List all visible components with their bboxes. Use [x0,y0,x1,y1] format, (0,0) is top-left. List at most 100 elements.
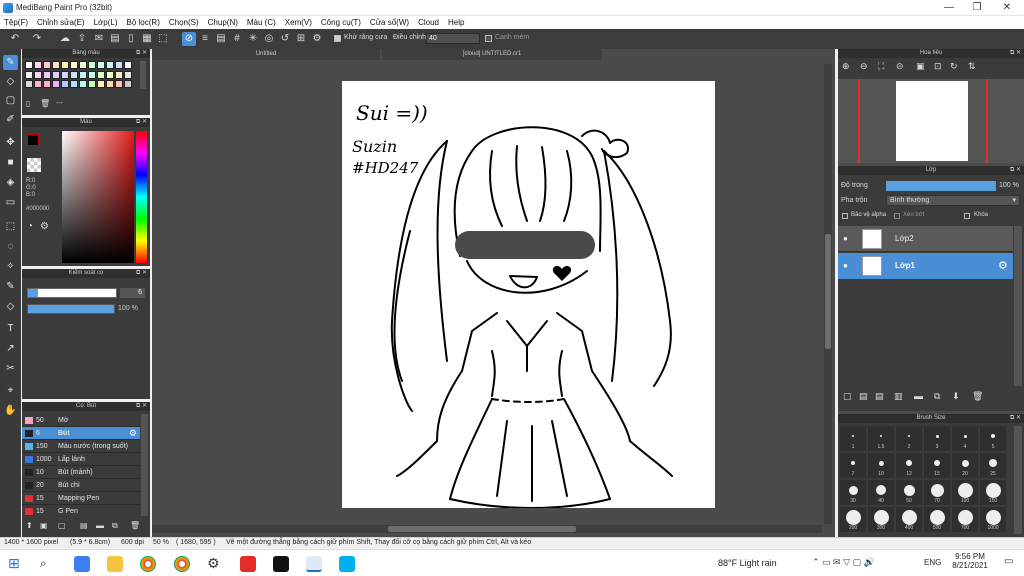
palette-swatch[interactable] [106,61,114,69]
palette-swatch[interactable] [34,61,42,69]
duplicate-brush-icon[interactable]: ⧉ [112,521,118,531]
panel-close-icon[interactable]: ⧉ ✕ [136,49,147,58]
brush-file-icon[interactable]: ▤ [80,521,88,530]
brush-size-cell[interactable]: 1.5 [868,426,894,451]
tab-untitled[interactable]: Untitled [152,49,380,60]
canvas-vertical-scrollbar[interactable] [824,64,832,524]
brush-size-cell[interactable]: 2 [896,426,922,451]
blend-mode-select[interactable]: Bình thường ▾ [886,195,1020,206]
notification-icon[interactable]: ▭ [1004,556,1013,567]
move-tool-icon[interactable]: ✥ [3,135,18,150]
new-palette-icon[interactable]: ▯ [26,99,35,108]
flip-icon[interactable]: ⇅ [968,61,976,72]
windows-start-icon[interactable]: ⊞ [8,556,22,570]
palette-swatch[interactable] [79,61,87,69]
undo-icon[interactable]: ↶ [8,32,22,46]
menu-select[interactable]: Chọn(S) [169,18,199,27]
weather-widget[interactable]: 88°F Light rain [718,558,777,568]
transparent-color-swatch[interactable] [27,158,41,172]
brush-size-cell[interactable]: 70 [924,480,950,505]
palette-swatch[interactable] [124,70,132,79]
antialias-checkbox[interactable] [334,35,341,42]
brush-size-cell[interactable]: 25 [980,453,1006,478]
lock-checkbox[interactable] [964,213,970,219]
hand-tool-icon[interactable]: ✋ [3,403,18,418]
palette-swatch[interactable] [97,80,105,89]
search-icon[interactable]: ⌕ [40,556,47,571]
settings-snap-icon[interactable]: ⚙ [310,32,324,46]
perspective-snap-icon[interactable]: ⊞ [294,32,308,46]
palette-swatch[interactable] [52,61,60,69]
eraser-tool-icon[interactable]: ◇ [3,74,18,89]
drawing-canvas[interactable]: Sui =)) Suzin #HD247 [342,81,715,508]
palette-swatch[interactable] [79,70,87,79]
brush-size-cell[interactable]: 4 [952,426,978,451]
brush-size-cell[interactable]: 7 [840,453,866,478]
palette-swatch[interactable] [70,80,78,89]
cloud-icon[interactable]: ☁ [58,32,72,46]
radial-snap-icon[interactable]: ✳ [246,32,260,46]
brush-size-cell[interactable]: 40 [868,480,894,505]
palette-swatch[interactable] [34,80,42,89]
palette-swatch[interactable] [34,70,42,79]
layer-row-1[interactable]: ● Lớp1 ⚙ [838,253,1013,279]
brush-size-cell[interactable]: 10 [868,453,894,478]
language-indicator[interactable]: ENG [924,558,941,567]
add-brush-icon[interactable]: ⬆ [26,521,33,530]
brush-opacity-slider[interactable] [27,304,115,314]
layer-opacity-slider[interactable] [886,181,996,191]
actual-size-icon[interactable]: ⊝ [896,61,904,72]
panel-close-icon[interactable]: ⧉ ✕ [136,269,147,278]
transform-icon[interactable]: ⬚ [156,32,170,46]
palette-swatch[interactable] [61,80,69,89]
settings-icon[interactable]: ⚙ [207,555,220,572]
panel-close-icon[interactable]: ⧉ ✕ [1010,166,1021,175]
select-tool-icon[interactable]: ⬚ [3,219,18,234]
close-button[interactable]: ✕ [992,0,1022,16]
menu-cloud[interactable]: Cloud [418,18,439,27]
brush-settings-icon[interactable]: ⚙ [129,427,137,439]
brush-size-slider[interactable] [27,288,117,298]
circle-snap-icon[interactable]: ◎ [262,32,276,46]
system-tray-icons[interactable]: ⌃ ▭ ✉ ▽ ▢ 🔊 [812,557,875,568]
brush-size-cell[interactable]: 50 [896,480,922,505]
brush-size-cell[interactable]: 12 [896,453,922,478]
delete-brush-icon[interactable]: 🗑 [130,521,140,530]
palette-swatch[interactable] [79,80,87,89]
palette-swatch[interactable] [25,70,33,79]
brush-list-item[interactable]: 10 Bút (mảnh) [22,466,140,479]
operation-tool-icon[interactable]: ↗ [3,341,18,356]
palette-swatch[interactable] [25,80,33,89]
brush-list-item[interactable]: 1000 Lấp lánh [22,453,140,466]
tab-cloud-untitled[interactable]: [cloud] UNTITLED.cr1 [382,49,602,60]
panel-close-icon[interactable]: ⧉ ✕ [136,402,147,411]
cross-snap-icon[interactable]: ▤ [214,32,228,46]
brush-size-cell[interactable]: 1 [840,426,866,451]
clock[interactable]: 9:56 PM 8/21/2021 [952,552,988,570]
tiktok-icon[interactable] [273,556,289,572]
minimize-button[interactable]: — [934,0,964,16]
brush-size-cell[interactable]: 500 [924,507,950,532]
palette-swatch[interactable] [61,61,69,69]
menu-help[interactable]: Help [448,18,464,27]
file-explorer-icon[interactable] [107,556,123,572]
layer-row-2[interactable]: ● Lớp2 [838,226,1013,252]
panel-close-icon[interactable]: ⧉ ✕ [136,118,147,127]
palette-swatch[interactable] [115,61,123,69]
comment-icon[interactable]: ✉ [92,32,106,46]
layer-list-scrollbar[interactable] [1014,226,1022,386]
menu-color[interactable]: Màu (C) [247,18,276,27]
magic-wand-icon[interactable]: ✧ [3,259,18,274]
dot-tool-icon[interactable]: ✐ [3,112,18,127]
brush-list-item[interactable]: 50 Mờ [22,414,140,427]
brush-list-scrollbar[interactable] [141,414,148,516]
new-brush-icon[interactable]: ▢ [58,521,66,530]
brush-size-cell[interactable]: 200 [840,507,866,532]
chrome-profile-icon[interactable] [174,556,190,572]
snap-off-icon[interactable]: ⊘ [182,32,196,46]
brush-size-cell[interactable]: 15 [924,453,950,478]
navigator-preview[interactable] [838,79,1024,163]
delete-palette-icon[interactable]: 🗑 [40,99,50,108]
palette-swatch[interactable] [70,70,78,79]
fill-rect-tool-icon[interactable]: ■ [3,155,18,170]
